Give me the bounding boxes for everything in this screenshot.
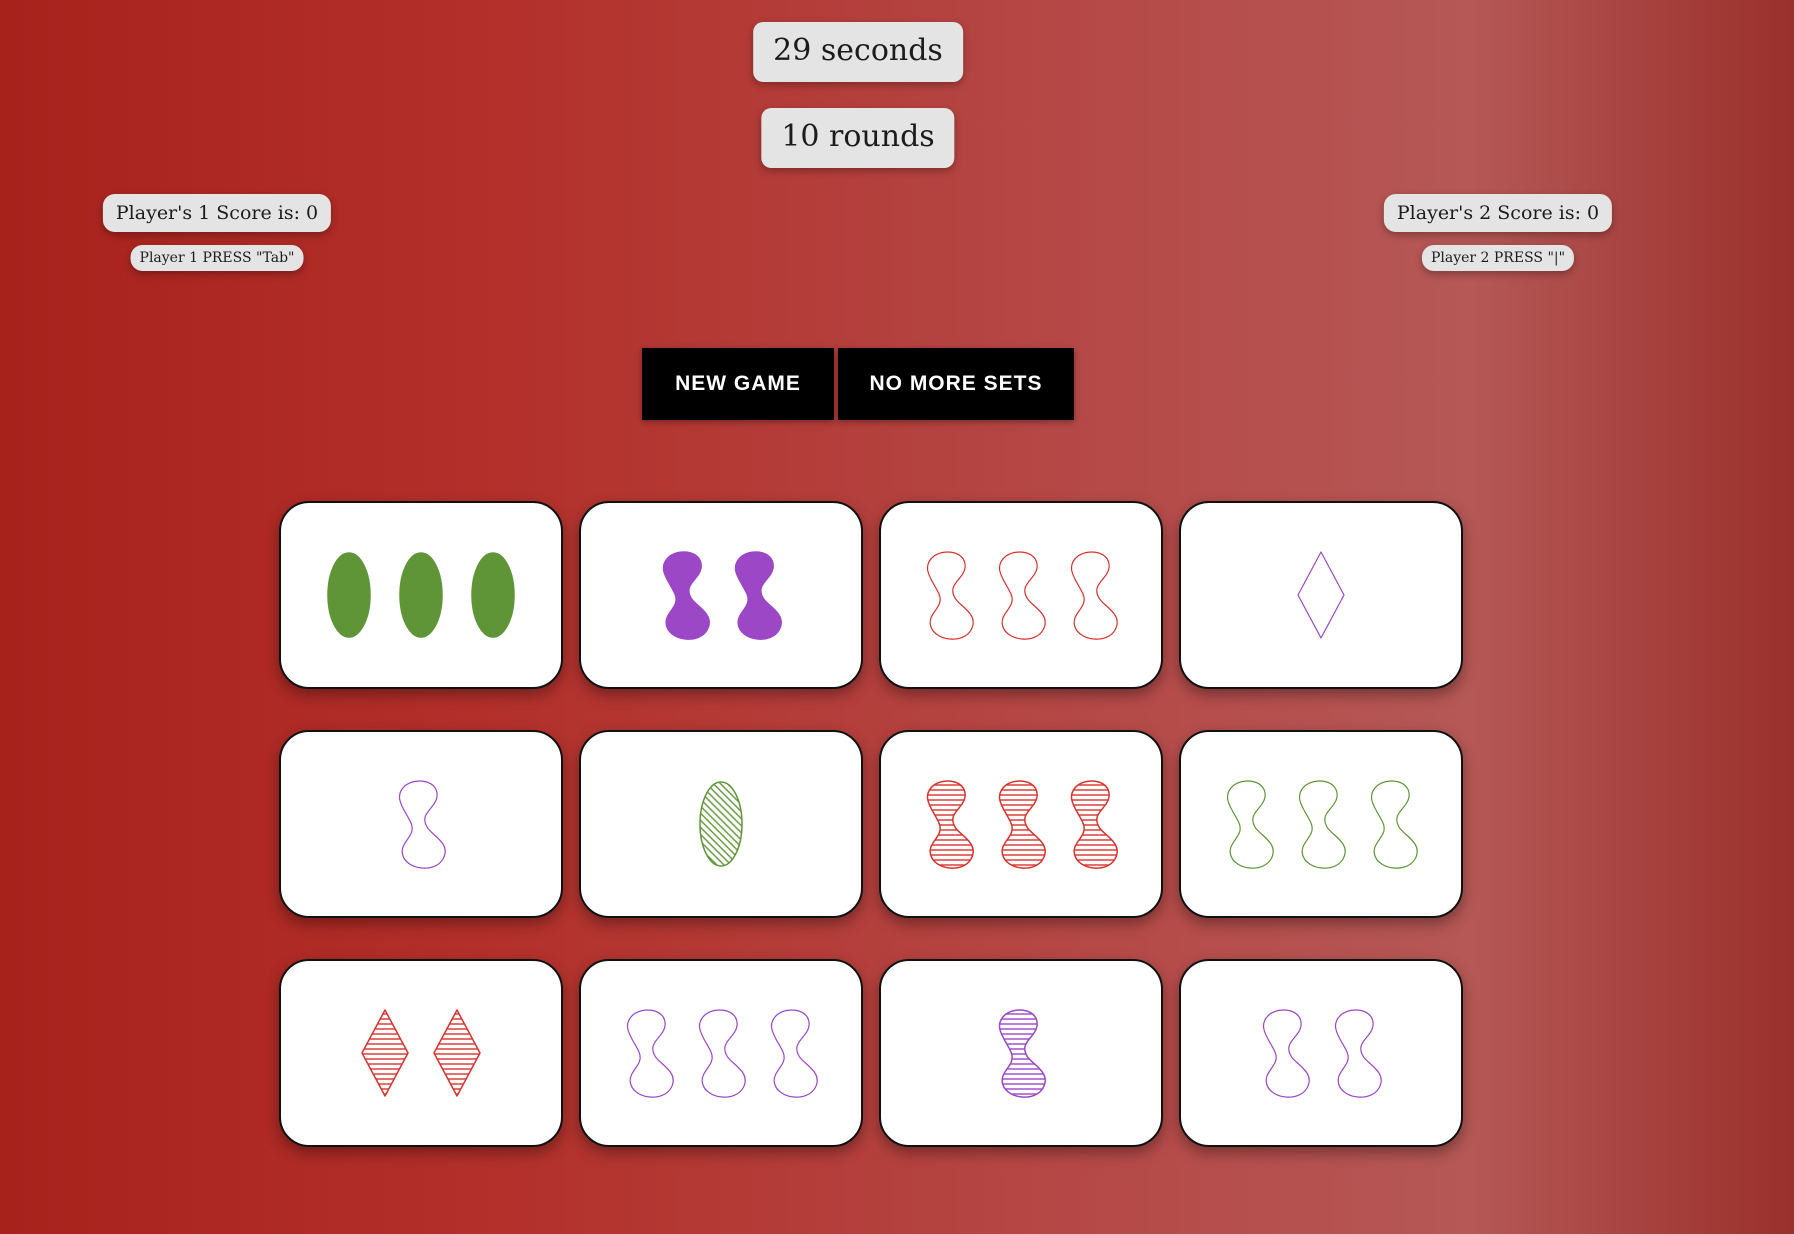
new-game-button[interactable]: NEW GAME <box>642 348 834 420</box>
squiggle-symbols <box>1227 780 1418 869</box>
card-5[interactable] <box>279 730 563 918</box>
card-9[interactable] <box>279 959 563 1147</box>
rounds-display: 10 rounds <box>761 108 955 168</box>
card-6[interactable] <box>579 730 863 918</box>
card-12[interactable] <box>1179 959 1463 1147</box>
card-8[interactable] <box>1179 730 1463 918</box>
card-11[interactable] <box>879 959 1163 1147</box>
squiggle-symbols <box>1263 1009 1382 1098</box>
card-1[interactable] <box>279 501 563 689</box>
squiggle-symbols <box>927 551 1118 640</box>
squiggle-symbols <box>627 1009 818 1098</box>
diamond-symbols <box>1297 551 1345 639</box>
player-2-key-hint: Player 2 PRESS "|" <box>1421 245 1575 271</box>
diamond-symbols <box>361 1009 481 1097</box>
squiggle-symbols <box>998 1009 1046 1098</box>
squiggle-symbols <box>399 780 446 869</box>
game-controls: NEW GAME NO MORE SETS <box>642 348 1074 420</box>
card-2[interactable] <box>579 501 863 689</box>
card-4[interactable] <box>1179 501 1463 689</box>
oval-symbols <box>699 781 743 867</box>
squiggle-symbols <box>662 551 782 640</box>
player-2-score: Player's 2 Score is: 0 <box>1383 194 1613 232</box>
oval-symbols <box>327 552 515 638</box>
player-1-key-hint: Player 1 PRESS "Tab" <box>130 245 304 271</box>
card-grid <box>279 501 1463 1147</box>
player-1-score: Player's 1 Score is: 0 <box>102 194 332 232</box>
timer-display: 29 seconds <box>753 22 963 82</box>
card-7[interactable] <box>879 730 1163 918</box>
card-3[interactable] <box>879 501 1163 689</box>
no-more-sets-button[interactable]: NO MORE SETS <box>838 348 1074 420</box>
card-10[interactable] <box>579 959 863 1147</box>
squiggle-symbols <box>926 780 1118 869</box>
